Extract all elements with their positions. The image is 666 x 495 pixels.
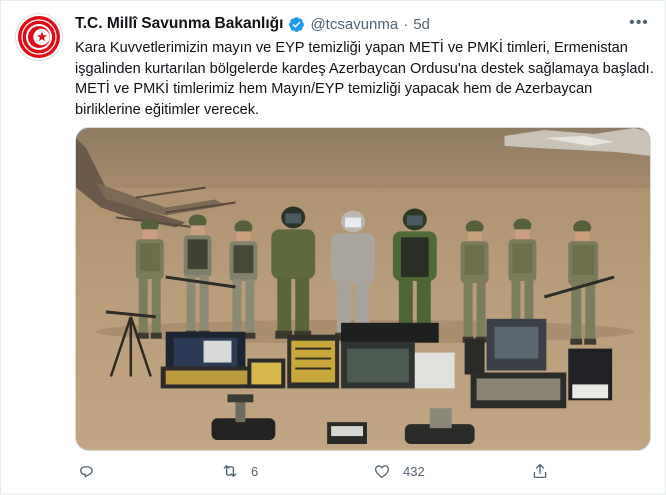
tweet-text: Kara Kuvvetlerimizin mayın ve EYP temizl… — [75, 40, 654, 118]
like-button[interactable]: 432 — [373, 462, 425, 480]
tweet-header: T.C. Millî Savunma Bakanlığı @tcsavunma … — [75, 13, 651, 35]
user-handle[interactable]: @tcsavunma — [310, 16, 398, 33]
retweet-count: 6 — [251, 463, 259, 479]
reply-icon — [80, 466, 93, 478]
retweet-icon — [223, 465, 237, 477]
share-icon — [533, 463, 547, 479]
verified-badge-icon — [289, 16, 305, 32]
tweet-actions: 6 432 — [75, 456, 655, 486]
display-name[interactable]: T.C. Millî Savunma Bakanlığı — [75, 15, 283, 33]
more-dots-icon[interactable]: ••• — [627, 13, 651, 33]
heart-icon — [374, 465, 390, 479]
tweet-timestamp[interactable]: 5d — [413, 16, 430, 33]
like-count: 432 — [403, 463, 425, 479]
separator-dot: · — [403, 15, 409, 33]
tweet-card[interactable]: T.C. Millî Savunma Bakanlığı @tcsavunma … — [0, 0, 666, 495]
soldiers-with-equipment-photo — [76, 128, 650, 450]
share-button[interactable] — [531, 462, 561, 480]
reply-button[interactable] — [77, 462, 107, 480]
ministry-emblem-icon — [18, 16, 60, 58]
retweet-button[interactable]: 6 — [221, 462, 258, 480]
avatar[interactable] — [15, 13, 63, 61]
tweet-photo[interactable] — [75, 127, 651, 451]
